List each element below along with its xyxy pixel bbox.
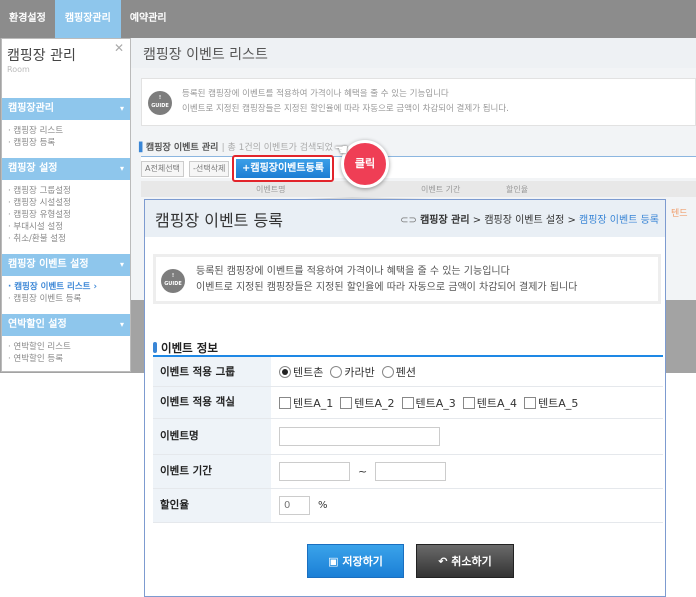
save-button[interactable]: ▣ 저장하기 <box>307 544 404 578</box>
nav-tab-camping[interactable]: 캠핑장관리 <box>54 0 121 38</box>
breadcrumb: ⊂⊃ 캠핑장 관리 > 캠핑장 이벤트 설정 > 캠핑장 이벤트 등록 <box>400 215 659 226</box>
column-header: 할인율 <box>506 185 529 194</box>
guide-text: 등록된 캠핑장에 이벤트를 적용하여 가격이나 혜택을 줄 수 있는 기능입니다 <box>182 89 449 99</box>
sidebar-item-active[interactable]: · 캠핑장 이벤트 리스트 › <box>2 281 130 293</box>
sidebar-item[interactable]: · 캠핑장 그룹설정 <box>2 185 130 197</box>
floppy-icon: ▣ <box>328 555 339 568</box>
period-label: 이벤트 기간 <box>153 455 271 488</box>
checkbox-room[interactable]: 텐트A_2 <box>340 395 395 411</box>
guide-box: ! GUIDE 등록된 캠핑장에 이벤트를 적용하여 가격이나 혜택을 줄 수 있… <box>141 78 696 126</box>
guide-text: 등록된 캠핑장에 이벤트를 적용하여 가격이나 혜택을 줄 수 있는 기능입니다 <box>196 266 510 277</box>
sidebar-title: 캠핑장 관리 <box>7 48 76 64</box>
rate-label: 할인율 <box>153 489 271 522</box>
toolbar: A전체선택 -선택삭제 <box>141 156 696 178</box>
radio-tent[interactable]: 텐트촌 <box>279 364 323 380</box>
section-title: ▌캠핑장 이벤트 관리 | 총 1건의 이벤트가 검색되었 <box>139 143 333 153</box>
sidebar-group[interactable]: 연박할인 설정 <box>2 314 130 336</box>
sidebar: 캠핑장 관리 Room ✕ 캠핑장관리 · 캠핑장 리스트 · 캠핑장 등록 캠… <box>1 38 131 372</box>
page-title: 캠핑장 이벤트 리스트 <box>131 38 696 68</box>
discount-rate-input[interactable]: 0 <box>279 496 310 515</box>
register-event-button[interactable]: +캠핑장이벤트등록 <box>232 155 334 182</box>
start-date-input[interactable] <box>279 462 350 481</box>
sidebar-group[interactable]: 캠핑장 설정 <box>2 158 130 180</box>
checkbox-room[interactable]: 텐트A_3 <box>401 395 456 411</box>
sidebar-group[interactable]: 캠핑장관리 <box>2 98 130 120</box>
sidebar-subtitle: Room <box>7 65 30 74</box>
sidebar-item[interactable]: · 연박할인 등록 <box>2 353 130 365</box>
table-header: 이벤트명 이벤트 기간 할인율 <box>141 181 696 197</box>
checkbox-room[interactable]: 텐트A_1 <box>279 395 333 411</box>
section-title: 이벤트 정보 <box>153 340 218 356</box>
sidebar-item[interactable]: · 캠핑장 유형설정 <box>2 209 130 221</box>
period-separator: ~ <box>358 465 368 478</box>
sidebar-item[interactable]: · 부대시설 설정 <box>2 221 130 233</box>
select-all-button[interactable]: A전체선택 <box>141 161 184 177</box>
sidebar-item[interactable]: · 캠핑장 시설설정 <box>2 197 130 209</box>
nav-tab-settings[interactable]: 환경설정 <box>0 0 55 38</box>
breadcrumb-item[interactable]: 캠핑장 관리 <box>420 215 469 226</box>
sidebar-item[interactable]: · 연박할인 리스트 <box>2 341 130 353</box>
nav-tab-reservation[interactable]: 예약관리 <box>121 0 176 38</box>
guide-icon: ! GUIDE <box>161 269 185 293</box>
top-nav: 환경설정 캠핑장관리 예약관리 <box>0 0 696 38</box>
guide-text: 이벤트로 지정된 캠핑장들은 지정된 할인율에 따라 자동으로 금액이 차감되어… <box>196 282 578 293</box>
hand-pointer-icon: ☚ <box>334 140 349 159</box>
name-label: 이벤트명 <box>153 419 271 454</box>
group-label: 이벤트 적용 그룹 <box>153 357 271 386</box>
radio-caravan[interactable]: 카라반 <box>330 364 375 380</box>
guide-icon: ! GUIDE <box>148 91 172 115</box>
popup-header: 캠핑장 이벤트 등록 ⊂⊃ 캠핑장 관리 > 캠핑장 이벤트 설정 > 캠핑장 … <box>145 200 665 237</box>
guide-text: 이벤트로 지정된 캠핑장들은 지정된 할인율에 따라 자동으로 금액이 차감되어… <box>182 104 509 114</box>
sidebar-group[interactable]: 캠핑장 이벤트 설정 <box>2 254 130 276</box>
rooms-label: 이벤트 적용 객실 <box>153 387 271 418</box>
link-icon: ⊂⊃ <box>400 215 417 226</box>
guide-box: ! GUIDE 등록된 캠핑장에 이벤트를 적용하여 가격이나 혜택을 줄 수 있… <box>153 254 661 304</box>
event-register-popup: 캠핑장 이벤트 등록 ⊂⊃ 캠핑장 관리 > 캠핑장 이벤트 설정 > 캠핑장 … <box>144 199 666 597</box>
checkbox-room[interactable]: 텐트A_5 <box>524 395 578 411</box>
cancel-button[interactable]: ↶ 취소하기 <box>416 544 514 578</box>
checkbox-room[interactable]: 텐트A_4 <box>462 395 517 411</box>
close-icon[interactable]: ✕ <box>114 41 124 55</box>
column-header: 이벤트명 <box>256 185 286 194</box>
breadcrumb-current: 캠핑장 이벤트 등록 <box>579 215 659 226</box>
undo-icon: ↶ <box>438 555 448 568</box>
delete-selected-button[interactable]: -선택삭제 <box>189 161 230 177</box>
event-name-input[interactable] <box>279 427 440 446</box>
sidebar-item[interactable]: · 캠핑장 리스트 <box>2 125 130 137</box>
event-form: 이벤트 적용 그룹 텐트촌 카라반 펜션 이벤트 적용 객실 텐트A_1 텐트A… <box>153 355 663 523</box>
column-header: 이벤트 기간 <box>421 185 461 194</box>
popup-title: 캠핑장 이벤트 등록 <box>155 211 283 230</box>
breadcrumb-item[interactable]: 캠핑장 이벤트 설정 <box>484 215 564 226</box>
peek-text: 텐드 <box>671 209 688 219</box>
sidebar-item[interactable]: · 캠핑장 이벤트 등록 <box>2 293 130 305</box>
sidebar-item[interactable]: · 캠핑장 등록 <box>2 137 130 149</box>
sidebar-item[interactable]: · 취소/환불 설정 <box>2 233 130 245</box>
percent-unit: % <box>318 500 328 511</box>
end-date-input[interactable] <box>375 462 447 481</box>
radio-pension[interactable]: 펜션 <box>381 364 416 380</box>
